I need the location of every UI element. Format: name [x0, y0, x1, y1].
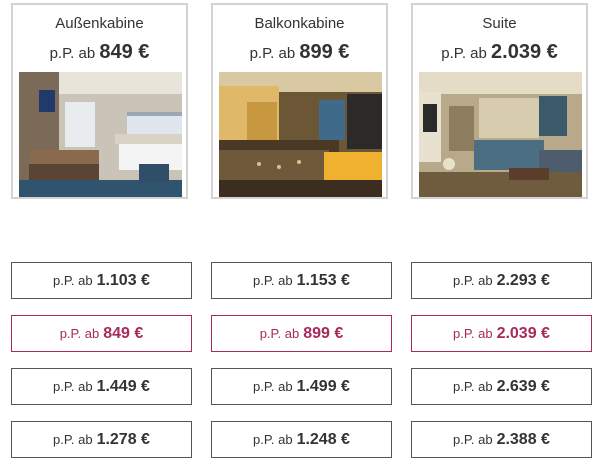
price-option[interactable]: p.P. ab 1.449 €	[11, 368, 192, 405]
price-option[interactable]: p.P. ab 1.248 €	[211, 421, 392, 458]
price-option[interactable]: p.P. ab 2.388 €	[411, 421, 592, 458]
price-option[interactable]: p.P. ab 2.639 €	[411, 368, 592, 405]
cabin-title: Außenkabine	[55, 15, 144, 32]
cabin-card-outside[interactable]: Außenkabine p.P. ab 849 €	[11, 3, 188, 199]
suite-photo	[419, 72, 582, 197]
price-option-selected[interactable]: p.P. ab 849 €	[11, 315, 192, 352]
cabin-price: p.P. ab 2.039 €	[441, 41, 558, 63]
price-option[interactable]: p.P. ab 2.293 €	[411, 262, 592, 299]
price-option-selected[interactable]: p.P. ab 2.039 €	[411, 315, 592, 352]
cabin-card-balcony[interactable]: Balkonkabine p.P. ab 899 €	[211, 3, 388, 199]
cabin-price: p.P. ab 849 €	[49, 41, 150, 63]
outside-cabin-photo	[19, 72, 182, 197]
price-option[interactable]: p.P. ab 1.103 €	[11, 262, 192, 299]
cabin-card-suite[interactable]: Suite p.P. ab 2.039 €	[411, 3, 588, 199]
price-option[interactable]: p.P. ab 1.499 €	[211, 368, 392, 405]
cabin-price: p.P. ab 899 €	[249, 41, 350, 63]
balcony-cabin-photo	[219, 72, 382, 197]
cabin-title: Suite	[482, 15, 517, 32]
cabin-title: Balkonkabine	[254, 15, 345, 32]
price-option[interactable]: p.P. ab 1.278 €	[11, 421, 192, 458]
price-option[interactable]: p.P. ab 1.153 €	[211, 262, 392, 299]
price-option-selected[interactable]: p.P. ab 899 €	[211, 315, 392, 352]
